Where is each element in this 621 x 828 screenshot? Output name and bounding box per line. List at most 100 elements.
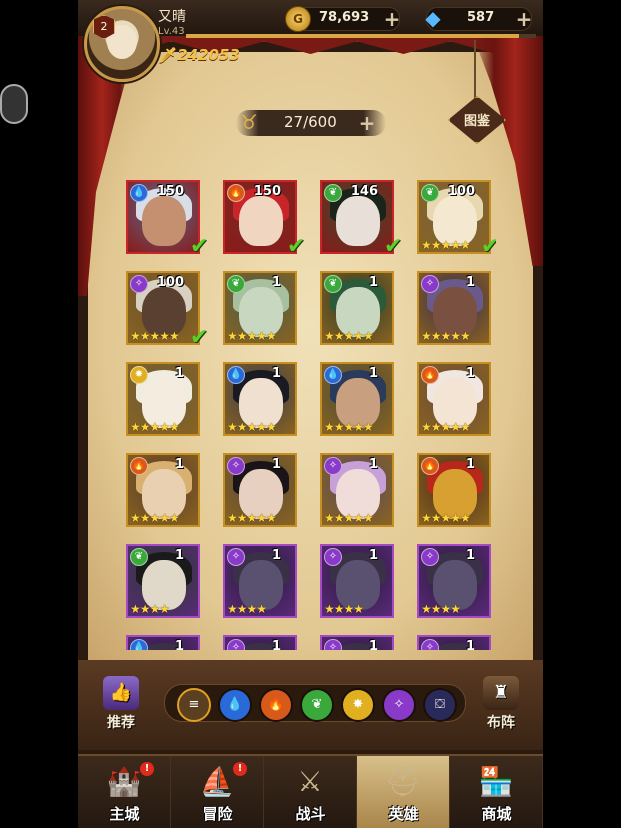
hero-card[interactable]: 🔥 1 ★★★★★	[417, 453, 491, 527]
recommend-button[interactable]: 👍 推荐	[96, 676, 146, 734]
arcane-element-icon: ✧	[130, 275, 148, 293]
nav-tab-icon: 🏪	[478, 765, 514, 798]
hero-level: 146	[350, 184, 378, 199]
hero-card[interactable]: ✧ 1 ★★★★	[223, 544, 297, 618]
hero-card[interactable]: ✧ 1	[320, 635, 394, 650]
nav-tab[interactable]: ⚔ 战斗	[264, 756, 357, 828]
hero-card[interactable]: ❦ 1 ★★★★★	[223, 271, 297, 345]
player-avatar[interactable]: 2	[84, 6, 160, 82]
hero-card[interactable]: ❦ 100 ★★★★★	[417, 180, 491, 254]
light-element-icon: ✸	[130, 366, 148, 384]
hero-portrait	[336, 196, 380, 246]
hero-portrait	[239, 196, 283, 246]
hero-level: 1	[465, 548, 475, 563]
filter-fire-button[interactable]: 🔥	[259, 688, 293, 722]
hero-level: 1	[368, 366, 378, 381]
water-element-icon: 💧	[227, 366, 245, 384]
hero-level: 1	[465, 366, 475, 381]
hero-card[interactable]: ✸ 1 ★★★★★	[126, 362, 200, 436]
filter-dark-button[interactable]: ⛋	[423, 688, 457, 722]
game-screen: 2 又晴 Lv.43 🗡 242053 G 78,693 + ◆ 587 + ♉…	[78, 0, 543, 828]
hero-level: 1	[271, 457, 281, 472]
hero-level: 150	[156, 184, 184, 199]
alert-badge-icon: !	[140, 762, 154, 776]
hero-card[interactable]: 💧 1 ★★★★★	[223, 362, 297, 436]
deployed-check-icon: ✔	[190, 234, 209, 259]
water-element-icon: 💧	[130, 639, 148, 650]
hero-stars: ★★★★★	[227, 420, 277, 434]
codex-rope	[474, 40, 476, 98]
gem-value: 587	[467, 10, 495, 25]
filter-arcane-button[interactable]: ✧	[382, 688, 416, 722]
nav-tab[interactable]: ⛑ 英雄	[357, 756, 450, 828]
filter-all-button[interactable]: ≡	[177, 688, 211, 722]
filter-light-button[interactable]: ✸	[341, 688, 375, 722]
hero-stars: ★★★★★	[324, 420, 374, 434]
fire-element-icon: 🔥	[227, 184, 245, 202]
hero-card[interactable]: 💧 1	[126, 635, 200, 650]
deployed-check-icon: ✔	[190, 325, 209, 350]
arcane-element-icon: ✧	[421, 639, 439, 650]
hero-card[interactable]: ❦ 1 ★★★★★	[320, 271, 394, 345]
arcane-element-icon: ✧	[421, 548, 439, 566]
hero-card[interactable]: ✧ 1 ★★★★	[417, 544, 491, 618]
filter-nature-button[interactable]: ❦	[300, 688, 334, 722]
gold-add-button[interactable]: +	[381, 8, 403, 30]
nav-tab[interactable]: 🏰 主城!	[78, 756, 171, 828]
hero-level: 150	[253, 184, 281, 199]
hero-level: 1	[368, 639, 378, 650]
arcane-element-icon: ✧	[421, 275, 439, 293]
hero-card[interactable]: ✧ 100 ★★★★★	[126, 271, 200, 345]
hero-portrait	[142, 196, 186, 246]
player-name: 又晴	[158, 9, 186, 25]
nav-tab-label: 英雄	[388, 805, 419, 823]
filter-water-button[interactable]: 💧	[218, 688, 252, 722]
hero-card[interactable]: 💧 150	[126, 180, 200, 254]
hero-card[interactable]: ❦ 1 ★★★★	[126, 544, 200, 618]
deployed-check-icon: ✔	[287, 234, 306, 259]
nav-tab[interactable]: ⛵ 冒险!	[171, 756, 264, 828]
nature-element-icon: ❦	[227, 275, 245, 293]
expand-slots-button[interactable]: +	[356, 112, 378, 134]
hero-card[interactable]: 💧 1 ★★★★★	[320, 362, 394, 436]
nav-tab-label: 战斗	[295, 805, 326, 823]
hero-card[interactable]: ✧ 1 ★★★★★	[320, 453, 394, 527]
hero-level: 1	[174, 457, 184, 472]
chess-rook-icon: ♜	[483, 676, 519, 710]
hero-level: 1	[465, 457, 475, 472]
hero-level: 1	[271, 639, 281, 650]
water-element-icon: 💧	[324, 366, 342, 384]
hero-card[interactable]: 🔥 1 ★★★★★	[126, 453, 200, 527]
formation-button[interactable]: ♜ 布阵	[476, 676, 526, 734]
element-filter-row: ≡ 💧 🔥 ❦ ✸ ✧ ⛋	[164, 684, 466, 722]
floating-assistant-button[interactable]	[0, 84, 28, 124]
hero-card[interactable]: ✧ 1 ★★★★	[320, 544, 394, 618]
hero-stars: ★★★★★	[421, 420, 471, 434]
hero-count: ♉ 27/600 +	[236, 110, 386, 136]
hero-card[interactable]: ✧ 1 ★★★★★	[417, 271, 491, 345]
nav-tab[interactable]: 🏪 商城	[450, 756, 543, 828]
power-display: 🗡 242053	[158, 46, 240, 64]
helmet-horn-icon: ♉	[240, 110, 258, 134]
hero-card[interactable]: 🔥 150	[223, 180, 297, 254]
hero-card[interactable]: ✧ 1 ★★★★★	[223, 453, 297, 527]
hero-card[interactable]: ✧ 1	[223, 635, 297, 650]
hero-level: 1	[271, 548, 281, 563]
hero-card[interactable]: 🔥 1 ★★★★★	[417, 362, 491, 436]
hero-stars: ★★★★★	[421, 511, 471, 525]
gem-add-button[interactable]: +	[513, 8, 535, 30]
hero-card[interactable]: ✧ 1	[417, 635, 491, 650]
hero-level: 100	[447, 184, 475, 199]
hero-level: 1	[174, 366, 184, 381]
hero-stars: ★★★★★	[324, 511, 374, 525]
codex-label: 图鉴	[463, 114, 490, 129]
hero-level: 100	[156, 275, 184, 290]
water-element-icon: 💧	[130, 184, 148, 202]
hero-stars: ★★★★★	[130, 511, 180, 525]
nav-tab-label: 冒险	[202, 805, 233, 823]
arcane-element-icon: ✧	[227, 548, 245, 566]
nav-tab-icon: ⚔	[297, 765, 323, 798]
hero-card[interactable]: ❦ 146	[320, 180, 394, 254]
nature-element-icon: ❦	[324, 275, 342, 293]
nature-element-icon: ❦	[324, 184, 342, 202]
